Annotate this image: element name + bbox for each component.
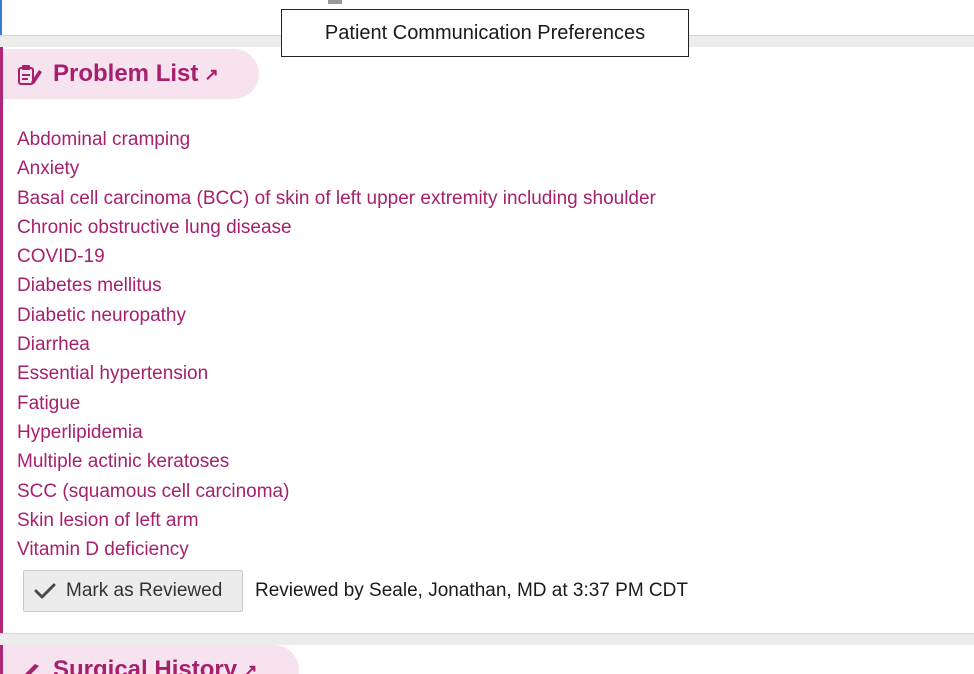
problem-item[interactable]: Basal cell carcinoma (BCC) of skin of le… — [17, 184, 656, 213]
problem-item[interactable]: Hyperlipidemia — [17, 418, 656, 447]
scalpel-icon — [25, 664, 39, 674]
surgical-history-section: Surgical History ↗ — [0, 645, 974, 674]
popout-icon: ↗ — [204, 65, 219, 84]
tooltip-text: Patient Communication Preferences — [324, 21, 646, 44]
surgical-history-header[interactable]: Surgical History ↗ — [3, 645, 299, 674]
problem-item[interactable]: Diabetic neuropathy — [17, 301, 656, 330]
review-status: Reviewed by Seale, Jonathan, MD at 3:37 … — [255, 580, 688, 601]
problem-list-items: Abdominal cramping Anxiety Basal cell ca… — [17, 125, 656, 564]
mark-as-reviewed-button[interactable]: Mark as Reviewed — [23, 570, 243, 612]
focus-edge — [0, 0, 2, 36]
problem-item[interactable]: Vitamin D deficiency — [17, 535, 656, 564]
problem-item[interactable]: Chronic obstructive lung disease — [17, 213, 656, 242]
mark-as-reviewed-label: Mark as Reviewed — [66, 580, 223, 601]
clipboard-edit-icon — [18, 65, 42, 85]
problem-item[interactable]: COVID-19 — [17, 242, 656, 271]
problem-item[interactable]: Multiple actinic keratoses — [17, 447, 656, 476]
problem-item[interactable]: Skin lesion of left arm — [17, 506, 656, 535]
problem-item[interactable]: Fatigue — [17, 389, 656, 418]
problem-item[interactable]: Abdominal cramping — [17, 125, 656, 154]
problem-item[interactable]: Diabetes mellitus — [17, 271, 656, 300]
review-row: Mark as Reviewed Reviewed by Seale, Jona… — [23, 570, 688, 612]
problem-item[interactable]: Essential hypertension — [17, 359, 656, 388]
checkmark-icon — [34, 583, 56, 599]
problem-list-header[interactable]: Problem List ↗ — [3, 49, 259, 99]
partial-control — [328, 0, 342, 4]
surgical-history-title: Surgical History — [53, 656, 238, 674]
problem-item[interactable]: SCC (squamous cell carcinoma) — [17, 477, 656, 506]
popout-icon: ↗ — [243, 661, 258, 674]
tooltip: Patient Communication Preferences — [281, 9, 689, 57]
problem-item[interactable]: Anxiety — [17, 154, 656, 183]
problem-list-section: Problem List ↗ Abdominal cramping Anxiet… — [0, 47, 974, 633]
problem-list-title: Problem List — [53, 60, 199, 87]
problem-item[interactable]: Diarrhea — [17, 330, 656, 359]
